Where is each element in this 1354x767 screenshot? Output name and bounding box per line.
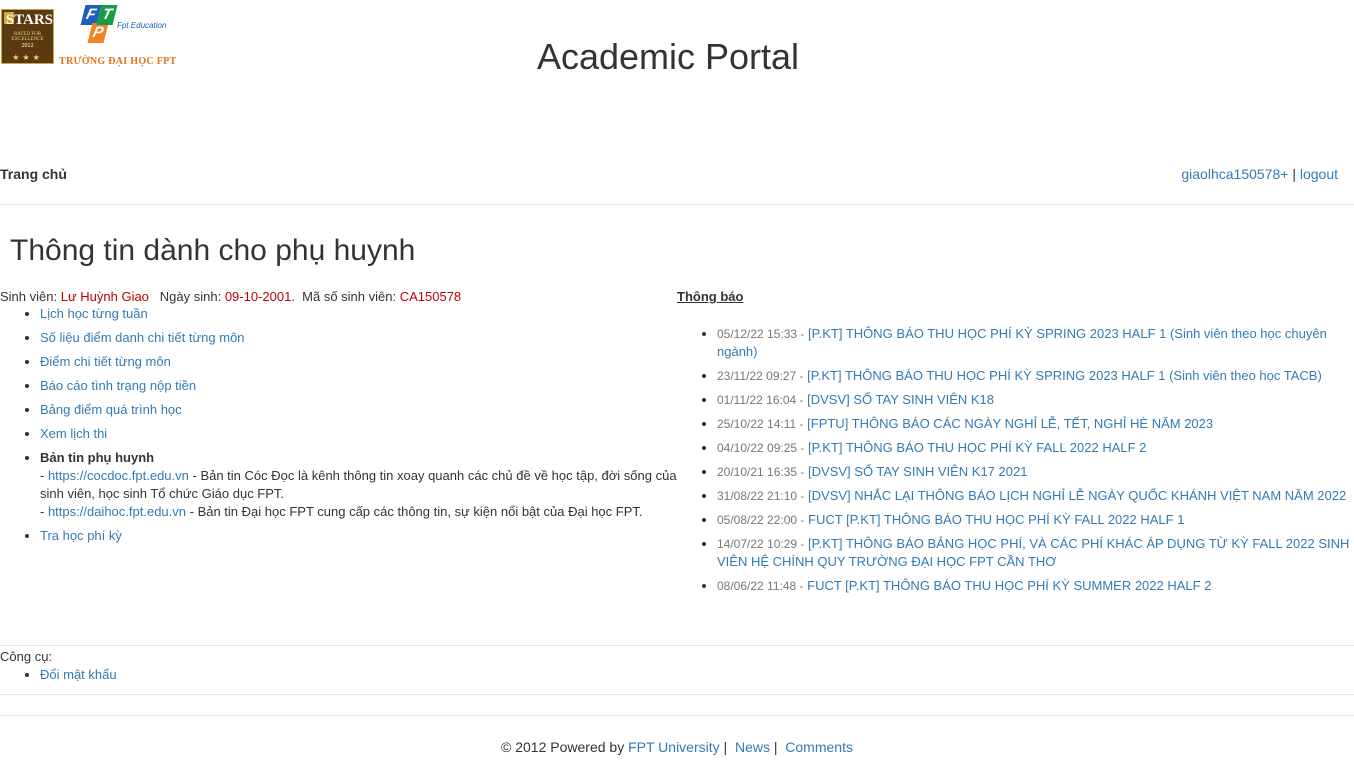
notice-date: 05/08/22 22:00 - — [717, 513, 805, 527]
notice-date: 08/06/22 11:48 - — [717, 579, 804, 593]
notice-link[interactable]: [DVSV] SỔ TAY SINH VIÊN K17 2021 — [808, 464, 1027, 479]
notice-date: 05/12/22 15:33 - — [717, 327, 805, 341]
student-name: Lư Huỳnh Giao — [60, 289, 149, 304]
newsletter-title: Bản tin phụ huynh — [40, 450, 155, 465]
parent-info-section: Sinh viên: Lư Huỳnh Giao Ngày sinh: 09-1… — [0, 289, 680, 551]
stars-logo-title: STARS — [5, 12, 53, 28]
menu-link-exam-schedule[interactable]: Xem lịch thi — [40, 426, 107, 441]
notice-link[interactable]: [P.KT] THÔNG BÁO BẢNG HỌC PHÍ, VÀ CÁC PH… — [717, 536, 1349, 569]
change-password-link[interactable]: Đổi mật khẩu — [40, 667, 117, 682]
menu-link-transcript[interactable]: Bảng điểm quá trình học — [40, 402, 182, 417]
menu-link-attendance[interactable]: Số liệu điểm danh chi tiết từng môn — [40, 330, 245, 345]
student-id: CA150578 — [399, 289, 462, 304]
menu-item: Xem lịch thi — [40, 425, 680, 443]
notice-item: 01/11/22 16:04 - [DVSV] SỔ TAY SINH VIÊN… — [717, 391, 1354, 409]
menu-item: Báo cáo tình trạng nộp tiền — [40, 377, 680, 395]
footer-content: © 2012 Powered by FPT University | News … — [0, 738, 1354, 756]
notice-date: 20/10/21 16:35 - — [717, 465, 805, 479]
menu-link-grades[interactable]: Điểm chi tiết từng môn — [40, 354, 171, 369]
menu-item: Lịch học từng tuần — [40, 305, 680, 323]
student-dob-label: Ngày sinh: — [159, 289, 222, 304]
student-info: Sinh viên: Lư Huỳnh Giao Ngày sinh: 09-1… — [0, 289, 462, 304]
notice-item: 31/08/22 21:10 - [DVSV] NHẮC LẠI THÔNG B… — [717, 487, 1354, 505]
newsletter-desc: - Bản tin Đại học FPT cung cấp các thông… — [189, 504, 643, 519]
user-separator: | — [1292, 166, 1296, 182]
menu-link-tuition-lookup[interactable]: Tra học phí kỳ — [40, 528, 122, 543]
parent-menu: Lịch học từng tuần Số liệu điểm danh chi… — [0, 305, 680, 545]
menu-item-newsletter: Bản tin phụ huynh - https://cocdoc.fpt.e… — [40, 449, 680, 521]
notice-link[interactable]: [DVSV] NHẮC LẠI THÔNG BÁO LỊCH NGHỈ LỄ N… — [808, 488, 1346, 503]
menu-item: Tra học phí kỳ — [40, 527, 680, 545]
notice-item: 23/11/22 09:27 - [P.KT] THÔNG BÁO THU HỌ… — [717, 367, 1354, 385]
notice-link[interactable]: [P.KT] THÔNG BÁO THU HỌC PHÍ KỲ SPRING 2… — [717, 326, 1327, 359]
menu-link-weekly-schedule[interactable]: Lịch học từng tuần — [40, 306, 148, 321]
student-name-label: Sinh viên: — [0, 289, 58, 304]
fpt-education-text: Fpt Education — [117, 21, 167, 30]
logout-link[interactable]: logout — [1300, 166, 1338, 182]
notice-link[interactable]: [FPTU] THÔNG BÁO CÁC NGÀY NGHỈ LỄ, TẾT, … — [807, 416, 1213, 431]
notices-list: 05/12/22 15:33 - [P.KT] THÔNG BÁO THU HỌ… — [677, 325, 1354, 595]
footer-separator: | — [773, 739, 778, 755]
notice-link[interactable]: [DVSV] SỔ TAY SINH VIÊN K18 — [807, 392, 994, 407]
breadcrumb-home[interactable]: Trang chủ — [0, 166, 67, 182]
newsletter-link-cocdoc[interactable]: https://cocdoc.fpt.edu.vn — [48, 468, 189, 483]
user-area: giaolhca150578+ | logout — [1181, 166, 1338, 182]
notice-date: 25/10/22 14:11 - — [717, 417, 804, 431]
notice-date: 23/11/22 09:27 - — [717, 369, 804, 383]
student-dob: 09-10-2001 — [224, 289, 292, 304]
notice-link[interactable]: FUCT [P.KT] THÔNG BÁO THU HỌC PHÍ KỲ FAL… — [808, 512, 1184, 527]
tools-label: Công cụ: — [0, 649, 53, 664]
notice-item: 08/06/22 11:48 - FUCT [P.KT] THÔNG BÁO T… — [717, 577, 1354, 595]
notices-title: Thông báo — [677, 289, 744, 304]
notice-link[interactable]: [P.KT] THÔNG BÁO THU HỌC PHÍ KỲ FALL 202… — [808, 440, 1146, 455]
notice-item: 04/10/22 09:25 - [P.KT] THÔNG BÁO THU HỌ… — [717, 439, 1354, 457]
notice-date: 01/11/22 16:04 - — [717, 393, 804, 407]
menu-item: Số liệu điểm danh chi tiết từng môn — [40, 329, 680, 347]
newsletter-item: - https://cocdoc.fpt.edu.vn - Bản tin Có… — [40, 468, 677, 501]
notice-item: 20/10/21 16:35 - [DVSV] SỔ TAY SINH VIÊN… — [717, 463, 1354, 481]
footer: © 2012 Powered by FPT University | News … — [0, 715, 1354, 767]
newsletter-link-daihoc[interactable]: https://daihoc.fpt.edu.vn — [48, 504, 186, 519]
footer-comments-link[interactable]: Comments — [785, 739, 853, 755]
top-navbar: Trang chủ giaolhca150578+ | logout — [0, 162, 1354, 205]
page-title: Thông tin dành cho phụ huynh — [10, 234, 416, 267]
notice-date: 04/10/22 09:25 - — [717, 441, 805, 455]
tools-list: Đổi mật khẩu — [0, 666, 117, 684]
notice-item: 14/07/22 10:29 - [P.KT] THÔNG BÁO BẢNG H… — [717, 535, 1354, 571]
notice-item: 25/10/22 14:11 - [FPTU] THÔNG BÁO CÁC NG… — [717, 415, 1354, 433]
app-title: Academic Portal — [536, 36, 800, 77]
notices-section: Thông báo 05/12/22 15:33 - [P.KT] THÔNG … — [677, 289, 1354, 601]
footer-news-link[interactable]: News — [735, 739, 770, 755]
menu-link-payment-report[interactable]: Báo cáo tình trạng nộp tiền — [40, 378, 196, 393]
footer-copyright: © 2012 Powered by — [501, 739, 625, 755]
menu-item: Điểm chi tiết từng môn — [40, 353, 680, 371]
fpt-logo-letter-t: T — [96, 5, 118, 25]
newsletter-item: - https://daihoc.fpt.edu.vn - Bản tin Đạ… — [40, 504, 643, 519]
footer-fpt-university-link[interactable]: FPT University — [628, 739, 720, 755]
student-id-label: Mã số sinh viên: — [302, 289, 397, 304]
notice-item: 05/08/22 22:00 - FUCT [P.KT] THÔNG BÁO T… — [717, 511, 1354, 529]
notice-date: 31/08/22 21:10 - — [717, 489, 805, 503]
tools-section: Công cụ: Đổi mật khẩu — [0, 645, 1354, 695]
notice-item: 05/12/22 15:33 - [P.KT] THÔNG BÁO THU HỌ… — [717, 325, 1354, 361]
menu-item: Bảng điểm quá trình học — [40, 401, 680, 419]
tool-item: Đổi mật khẩu — [40, 666, 117, 684]
username-link[interactable]: giaolhca150578+ — [1181, 166, 1288, 182]
footer-separator: | — [723, 739, 728, 755]
notice-link[interactable]: [P.KT] THÔNG BÁO THU HỌC PHÍ KỲ SPRING 2… — [807, 368, 1322, 383]
notice-date: 14/07/22 10:29 - — [717, 537, 805, 551]
notice-link[interactable]: FUCT [P.KT] THÔNG BÁO THU HỌC PHÍ KỲ SUM… — [807, 578, 1211, 593]
